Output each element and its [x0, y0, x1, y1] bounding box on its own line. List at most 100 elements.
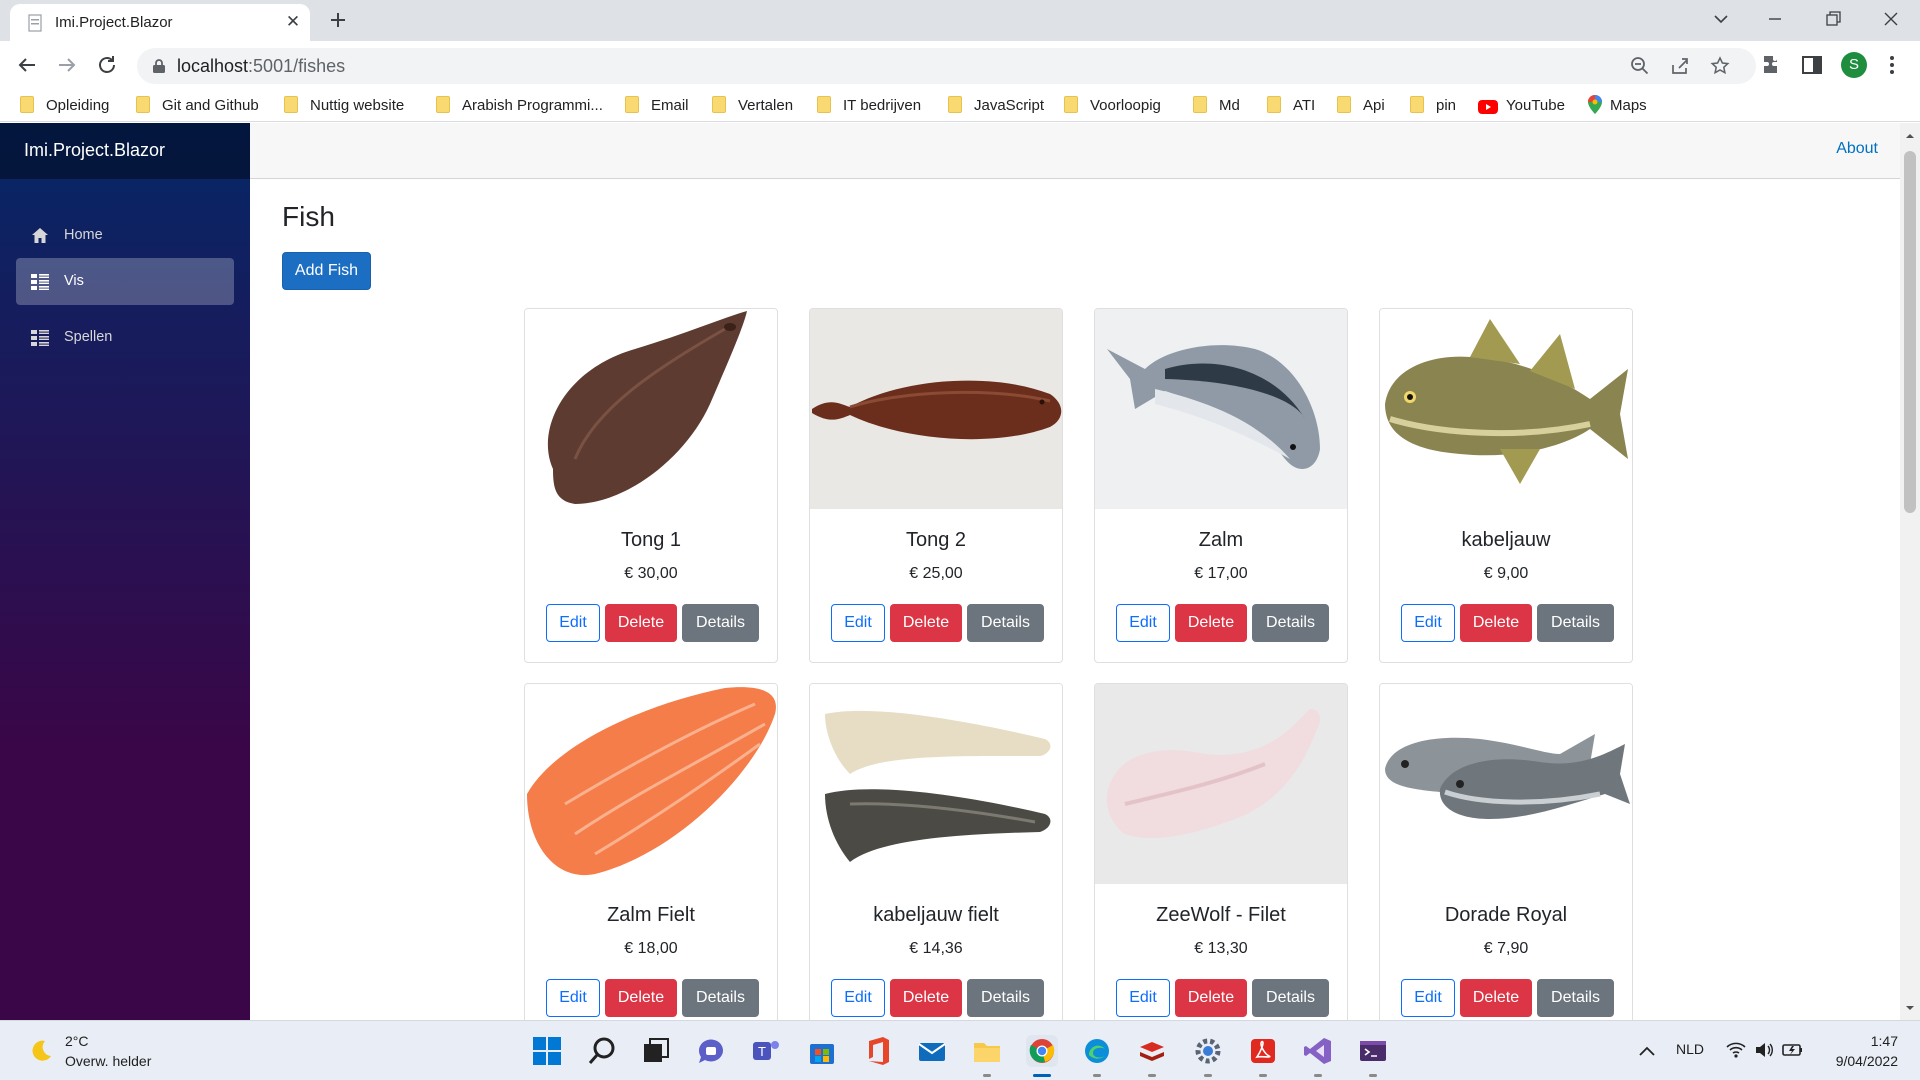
reload-icon[interactable] — [95, 53, 119, 77]
delete-button[interactable]: Delete — [605, 979, 677, 1017]
bookmark-ati[interactable]: ATI — [1267, 95, 1315, 117]
edit-button[interactable]: Edit — [546, 979, 600, 1017]
delete-button[interactable]: Delete — [890, 979, 962, 1017]
bookmark-md[interactable]: Md — [1193, 95, 1240, 117]
nav-label-spellen: Spellen — [64, 329, 113, 345]
moon-weather-icon[interactable] — [28, 1038, 54, 1064]
edit-button[interactable]: Edit — [1401, 979, 1455, 1017]
tab-close-icon[interactable]: ✕ — [282, 11, 304, 33]
forward-icon[interactable] — [55, 53, 79, 77]
delete-button[interactable]: Delete — [1175, 604, 1247, 642]
delete-button[interactable]: Delete — [605, 604, 677, 642]
bookmark-arabish-programming[interactable]: Arabish Programmi... — [436, 95, 603, 117]
store-icon[interactable] — [806, 1035, 838, 1067]
nav-item-spellen[interactable]: Spellen — [16, 314, 234, 361]
add-fish-button[interactable]: Add Fish — [282, 252, 371, 290]
bookmark-pin[interactable]: pin — [1410, 95, 1456, 117]
acrobat-icon[interactable] — [1247, 1035, 1279, 1067]
file-explorer-icon[interactable] — [971, 1035, 1003, 1067]
details-button[interactable]: Details — [682, 979, 759, 1017]
teams-icon[interactable]: T — [750, 1035, 782, 1067]
brand-link[interactable]: Imi.Project.Blazor — [24, 140, 165, 161]
extensions-icon[interactable] — [1760, 53, 1784, 77]
language-indicator[interactable]: NLD — [1676, 1041, 1704, 1057]
settings-icon[interactable] — [1192, 1035, 1224, 1067]
battery-charging-icon[interactable] — [1782, 1041, 1804, 1059]
browser-menu-icon[interactable] — [1880, 53, 1904, 77]
bookmark-email[interactable]: Email — [625, 95, 689, 117]
details-button[interactable]: Details — [1537, 604, 1614, 642]
delete-button[interactable]: Delete — [1175, 979, 1247, 1017]
weather-temperature[interactable]: 2°C — [65, 1033, 89, 1049]
nav-item-home[interactable]: Home — [16, 212, 234, 259]
scroll-down-icon[interactable] — [1905, 1003, 1915, 1013]
bookmark-it-bedrijven[interactable]: IT bedrijven — [817, 95, 921, 117]
edit-button[interactable]: Edit — [1401, 604, 1455, 642]
lock-icon[interactable] — [152, 58, 166, 74]
bookmark-javascript[interactable]: JavaScript — [948, 95, 1044, 117]
close-window-icon[interactable] — [1876, 6, 1906, 32]
details-button[interactable]: Details — [1537, 979, 1614, 1017]
edit-button[interactable]: Edit — [546, 604, 600, 642]
search-icon[interactable] — [586, 1035, 618, 1067]
edit-button[interactable]: Edit — [1116, 604, 1170, 642]
chrome-taskbar-button[interactable] — [1026, 1035, 1058, 1067]
details-button[interactable]: Details — [1252, 604, 1329, 642]
side-panel-icon[interactable] — [1800, 53, 1824, 77]
chevron-up-icon[interactable] — [1638, 1043, 1656, 1059]
bookmark-api[interactable]: Api — [1337, 95, 1385, 117]
terminal-icon[interactable] — [1357, 1035, 1389, 1067]
url-text[interactable]: localhost:5001/fishes — [177, 56, 345, 77]
scrollbar-thumb[interactable] — [1904, 151, 1916, 513]
bookmark-voorloopig[interactable]: Voorloopig — [1064, 95, 1161, 117]
restore-icon[interactable] — [1818, 6, 1848, 32]
bookmark-maps[interactable]: Maps — [1588, 95, 1647, 117]
profile-avatar[interactable]: S — [1841, 52, 1867, 78]
bookmark-youtube[interactable]: YouTube — [1478, 95, 1565, 117]
zoom-icon[interactable] — [1630, 56, 1650, 76]
address-bar[interactable]: localhost:5001/fishes — [137, 48, 1756, 84]
browser-tab[interactable]: Imi.Project.Blazor ✕ — [10, 4, 310, 41]
edge-icon[interactable] — [1081, 1035, 1113, 1067]
visual-studio-icon[interactable] — [1302, 1035, 1334, 1067]
delete-button[interactable]: Delete — [1460, 604, 1532, 642]
minimize-icon[interactable] — [1760, 6, 1790, 32]
tab-search-chevron-icon[interactable] — [1706, 6, 1736, 32]
edit-button[interactable]: Edit — [1116, 979, 1170, 1017]
mail-icon[interactable] — [916, 1035, 948, 1067]
bookmark-nuttig-website[interactable]: Nuttig website — [284, 95, 404, 117]
weather-description[interactable]: Overw. helder — [65, 1053, 151, 1069]
edit-button[interactable]: Edit — [831, 979, 885, 1017]
nav-item-vis[interactable]: Vis — [16, 258, 234, 305]
active-indicator — [1033, 1074, 1051, 1077]
delete-button[interactable]: Delete — [1460, 979, 1532, 1017]
bookmark-vertalen[interactable]: Vertalen — [712, 95, 793, 117]
share-icon[interactable] — [1670, 56, 1690, 76]
start-icon[interactable] — [531, 1035, 563, 1067]
fish-card: Zalm Fielt € 18,00 Edit Delete Details — [524, 683, 778, 1020]
wifi-icon[interactable] — [1726, 1041, 1746, 1059]
list-icon — [31, 274, 49, 290]
task-view-icon[interactable] — [640, 1035, 672, 1067]
about-link[interactable]: About — [1836, 140, 1878, 158]
back-icon[interactable] — [15, 53, 39, 77]
office-icon[interactable] — [861, 1035, 893, 1067]
page-scrollbar[interactable] — [1900, 123, 1920, 1020]
clock-time[interactable]: 1:47 — [1862, 1033, 1898, 1049]
volume-icon[interactable] — [1754, 1041, 1774, 1059]
details-button[interactable]: Details — [1252, 979, 1329, 1017]
delete-button[interactable]: Delete — [890, 604, 962, 642]
folder-icon — [1193, 96, 1207, 113]
bookmark-git-and-github[interactable]: Git and Github — [136, 95, 259, 117]
bookmark-opleiding[interactable]: Opleiding — [20, 95, 109, 117]
new-tab-icon[interactable] — [326, 8, 350, 32]
edit-button[interactable]: Edit — [831, 604, 885, 642]
details-button[interactable]: Details — [967, 604, 1044, 642]
clock-date[interactable]: 9/04/2022 — [1826, 1053, 1898, 1069]
bookmark-star-icon[interactable] — [1710, 56, 1730, 76]
chat-icon[interactable] — [695, 1035, 727, 1067]
redis-app-icon[interactable] — [1136, 1035, 1168, 1067]
details-button[interactable]: Details — [682, 604, 759, 642]
scroll-up-icon[interactable] — [1905, 131, 1915, 141]
details-button[interactable]: Details — [967, 979, 1044, 1017]
